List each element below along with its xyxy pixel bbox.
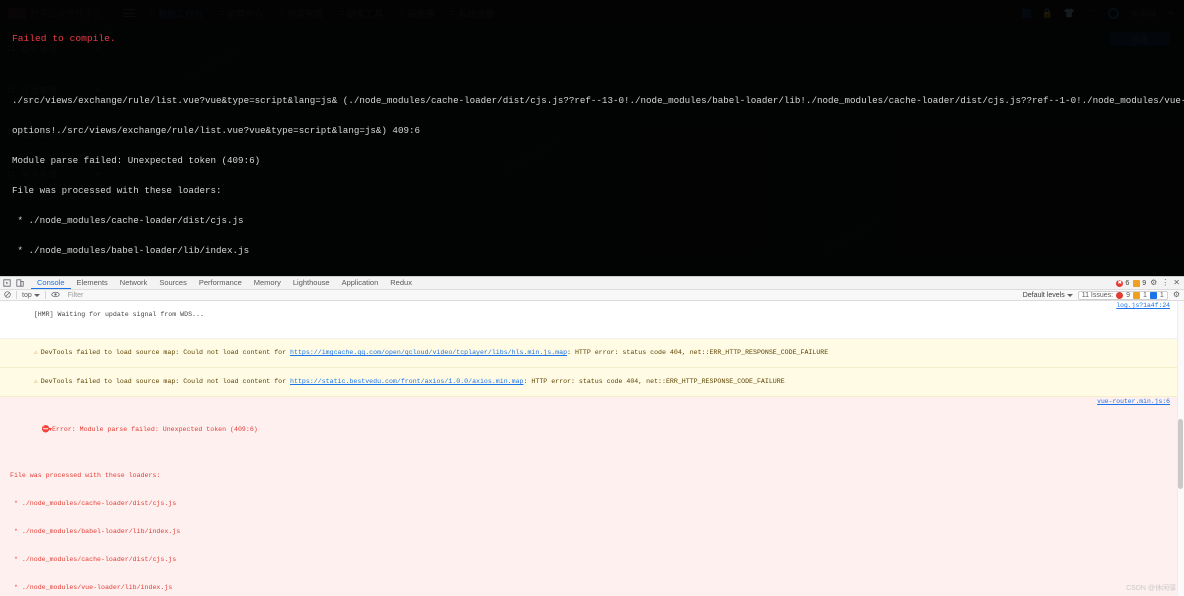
error-icon: ✖: [1116, 279, 1124, 287]
overlay-line: ./src/views/exchange/rule/list.vue?vue&t…: [12, 95, 1184, 106]
overlay-title: Failed to compile.: [12, 33, 116, 44]
issue-error-icon: [1116, 291, 1124, 299]
log-level-label: Default levels: [1022, 291, 1065, 299]
devtools-tab-list: Console Elements Network Sources Perform…: [31, 277, 418, 289]
console-log-row: [HMR] Waiting for update signal from WDS…: [0, 301, 1184, 340]
console-settings-icon[interactable]: ⚙: [1173, 291, 1180, 299]
error-count-badge[interactable]: ✖ 6: [1116, 279, 1130, 287]
error-detail-line: * ./node_modules/vue-loader/lib/index.js: [10, 583, 173, 591]
issue-info-icon: [1149, 291, 1157, 299]
clear-console-icon[interactable]: [4, 290, 11, 300]
log-level-selector[interactable]: Default levels: [1023, 292, 1073, 299]
compile-error-overlay: Failed to compile. ./src/views/exchange/…: [0, 0, 1184, 276]
tab-sources[interactable]: Sources: [153, 277, 193, 289]
error-circle-icon: ⛔: [41, 425, 50, 433]
eye-icon[interactable]: [51, 291, 60, 300]
context-label: top: [22, 291, 32, 299]
settings-gear-icon[interactable]: ⚙: [1150, 279, 1157, 287]
console-warning-row: ⚠ DevTools failed to load source map: Cou…: [0, 368, 1184, 397]
watermark: CSDN @休闲驿: [1126, 585, 1176, 592]
tab-application[interactable]: Application: [336, 277, 385, 289]
tab-network[interactable]: Network: [114, 277, 154, 289]
log-source-link[interactable]: log.js?1a4f:24: [1116, 301, 1170, 310]
sourcemap-link[interactable]: https://imgcache.qq.com/open/qcloud/vide…: [290, 349, 567, 356]
chevron-down-icon: [1066, 293, 1073, 297]
log-text: [HMR] Waiting for update signal from WDS…: [33, 311, 204, 319]
device-toolbar-icon[interactable]: [13, 277, 26, 289]
overlay-body: ./src/views/exchange/rule/list.vue?vue&t…: [12, 76, 1184, 277]
warning-triangle-icon: ⚠: [33, 378, 38, 386]
tab-redux[interactable]: Redux: [384, 277, 418, 289]
overlay-line: Module parse failed: Unexpected token (4…: [12, 155, 261, 166]
devtools-panel: Console Elements Network Sources Perform…: [0, 276, 1184, 596]
scrollbar-thumb[interactable]: [1178, 419, 1183, 489]
inspect-element-icon[interactable]: [0, 277, 13, 289]
overlay-line: File was processed with these loaders:: [12, 185, 222, 196]
issues-info-count: 1: [1159, 291, 1164, 299]
error-header-row[interactable]: ⛔▼Error: Module parse failed: Unexpected…: [10, 398, 1174, 453]
error-header-text: Error: Module parse failed: Unexpected t…: [51, 425, 258, 433]
tab-elements[interactable]: Elements: [71, 277, 114, 289]
console-scrollbar[interactable]: [1177, 301, 1184, 596]
overlay-line: * ./node_modules/cache-loader/dist/cjs.j…: [12, 215, 244, 226]
chevron-down-icon: [33, 293, 40, 297]
error-source-link[interactable]: vue-router.min.js:6: [1097, 397, 1170, 406]
issues-warn-count: 1: [1143, 291, 1147, 299]
console-warning-row: ⚠ DevTools failed to load source map: Cou…: [0, 339, 1184, 369]
tab-memory[interactable]: Memory: [248, 277, 287, 289]
close-icon[interactable]: ✕: [1173, 279, 1180, 287]
error-count: 6: [1125, 279, 1130, 287]
sourcemap-link[interactable]: https://static.bestvedu.com/front/axios/…: [290, 378, 523, 385]
warn-suffix: : HTTP error: status code 404, net::ERR_…: [523, 378, 785, 386]
error-detail-line: * ./node_modules/cache-loader/dist/cjs.j…: [10, 500, 177, 508]
issue-warning-icon: [1133, 291, 1141, 299]
warn-suffix: : HTTP error: status code 404, net::ERR_…: [567, 349, 829, 357]
issues-label: 11 Issues:: [1081, 291, 1114, 299]
overlay-line: options!./src/views/exchange/rule/list.v…: [12, 125, 420, 136]
context-selector[interactable]: top: [22, 292, 40, 299]
warn-prefix: DevTools failed to load source map: Coul…: [40, 378, 291, 386]
console-filter-bar: top Filter Default levels 11 Issues: 9 1…: [0, 290, 1184, 301]
console-output[interactable]: [HMR] Waiting for update signal from WDS…: [0, 301, 1184, 596]
error-detail-line: File was processed with these loaders:: [10, 472, 161, 480]
issues-summary[interactable]: 11 Issues: 9 1 1: [1077, 290, 1168, 300]
warning-triangle-icon: ⚠: [33, 349, 38, 357]
tab-lighthouse[interactable]: Lighthouse: [287, 277, 336, 289]
console-error-block: ⛔▼Error: Module parse failed: Unexpected…: [0, 396, 1184, 596]
issues-error-count: 9: [1126, 291, 1131, 299]
devtools-status-group: ✖ 6 9 ⚙ ⋮ ✕: [1116, 277, 1184, 289]
more-options-icon[interactable]: ⋮: [1161, 279, 1169, 287]
divider: [44, 291, 46, 299]
tab-console[interactable]: Console: [31, 277, 71, 289]
error-detail-line: * ./node_modules/babel-loader/lib/index.…: [10, 528, 181, 536]
filter-input[interactable]: Filter: [65, 292, 1018, 299]
warn-prefix: DevTools failed to load source map: Coul…: [40, 349, 291, 357]
divider: [16, 291, 17, 299]
error-detail-line: * ./node_modules/cache-loader/dist/cjs.j…: [10, 556, 177, 564]
warning-count-badge[interactable]: 9: [1133, 279, 1147, 287]
overlay-line: * ./node_modules/babel-loader/lib/index.…: [12, 245, 250, 256]
warning-count: 9: [1142, 279, 1147, 287]
tab-performance[interactable]: Performance: [193, 277, 248, 289]
devtools-tabbar: Console Elements Network Sources Perform…: [0, 277, 1184, 290]
warning-icon: [1133, 279, 1141, 287]
